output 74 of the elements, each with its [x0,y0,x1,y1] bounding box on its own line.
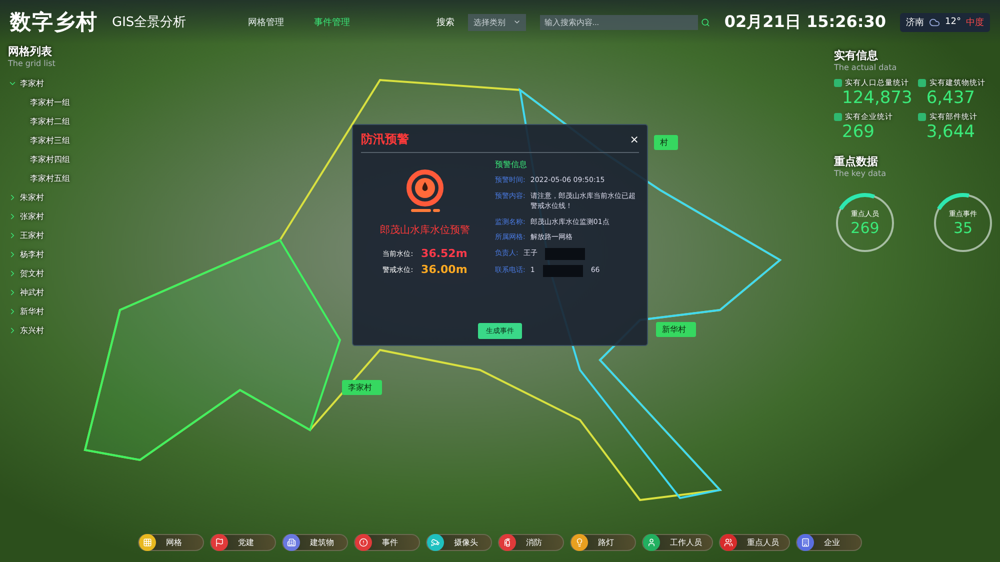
category-select[interactable]: 选择类别 [468,14,526,30]
stat-icon [834,113,842,121]
chevron-right-icon [8,250,17,259]
search-label: 搜索 [436,16,454,28]
temperature: 12° [945,17,961,27]
panel-subtitle: The actual data [834,63,898,72]
tree-child-item[interactable]: 李家村四组 [8,150,120,169]
popup-title: 防汛预警 [361,131,409,148]
chevron-right-icon [8,212,17,221]
alert-name: 郎茂山水库水位预警 [380,224,470,237]
tree-item[interactable]: 杨李村 [8,245,120,264]
stat-icon [918,113,926,121]
panel-title: 网格列表 [8,44,53,59]
city-name: 济南 [906,16,924,28]
ring-gauge [834,192,896,254]
tree-item[interactable]: 朱家村 [8,188,120,207]
close-button[interactable]: × [630,133,639,146]
level-value: 36.52m [421,247,468,260]
stat-icon [834,79,842,87]
tree-item[interactable]: 李家村 [8,74,120,93]
layer-button[interactable]: 路灯 [570,534,636,550]
air-quality: 中度 [966,16,984,28]
caret-icon [513,18,522,26]
chevron-down-icon [8,79,17,88]
app-subtitle: GIS全景分析 [112,14,186,31]
map-label: 村 [654,135,678,150]
tree-item[interactable]: 神武村 [8,283,120,302]
datetime: 02月21日 15:26:30 [724,12,886,32]
stat-value: 6,437 [925,88,976,108]
stat-icon [918,79,926,87]
panel-title: 实有信息 [834,48,879,63]
ring-value: 269 [850,219,880,237]
stat-value: 269 [841,122,876,142]
tree-item[interactable]: 王家村 [8,226,120,245]
stat-value: 124,873 [841,88,912,108]
app-title: 数字乡村 [10,9,98,36]
tree-child-item[interactable]: 李家村二组 [8,112,120,131]
tree-item[interactable]: 新华村 [8,302,120,321]
tree-child-item[interactable]: 李家村三组 [8,131,120,150]
tree-item[interactable]: 张家村 [8,207,120,226]
layer-button[interactable]: 网格 [138,534,204,550]
cloud-icon [929,16,940,28]
tree-item[interactable]: 东兴村 [8,321,120,340]
panel-subtitle: The key data [834,169,887,178]
layer-button[interactable]: 事件 [354,534,420,550]
chevron-right-icon [8,193,17,202]
tree-child-item[interactable]: 李家村一组 [8,93,120,112]
info-title: 预警信息 [495,159,528,170]
chevron-right-icon [8,326,17,335]
layer-button[interactable]: 企业 [796,534,862,550]
layer-button[interactable]: 工作人员 [642,534,713,550]
panel-subtitle: The grid list [8,59,56,68]
stat-value: 3,644 [925,122,976,142]
panel-title: 重点数据 [834,154,879,169]
search-icon[interactable] [701,18,710,26]
chevron-right-icon [8,307,17,316]
chevron-right-icon [8,231,17,240]
nav-tab[interactable]: 事件管理 [306,12,358,32]
layer-button[interactable]: 党建 [210,534,276,550]
level-value: 36.00m [421,263,468,276]
tree-child-item[interactable]: 李家村五组 [8,169,120,188]
layer-button[interactable]: 摄像头 [426,534,492,550]
nav-tab[interactable]: 网格管理 [240,12,292,32]
tree-item[interactable]: 贺文村 [8,264,120,283]
layer-button[interactable]: 建筑物 [282,534,348,550]
map-label: 李家村 [342,380,382,395]
map-label: 新华村 [656,322,696,337]
ring-gauge [932,192,994,254]
chevron-right-icon [8,288,17,297]
ring-value: 35 [953,219,973,237]
layer-button[interactable]: 消防 [498,534,564,550]
chevron-right-icon [8,269,17,278]
search-field[interactable]: 输入搜索内容... [540,14,698,30]
layer-button[interactable]: 重点人员 [719,534,790,550]
